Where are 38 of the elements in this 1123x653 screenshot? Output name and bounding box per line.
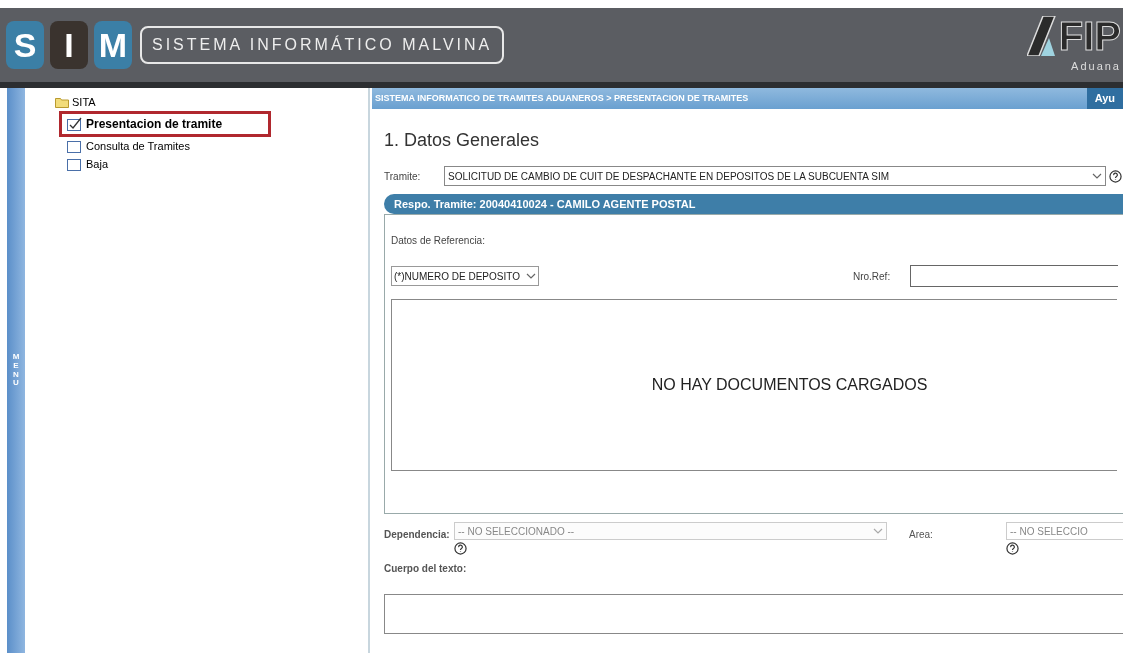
field-label: Tramite: — [384, 169, 422, 184]
help-icon[interactable] — [454, 542, 467, 555]
empty-box-icon — [67, 157, 83, 172]
tree-item[interactable]: Consulta de Tramites — [67, 136, 279, 155]
tramite-select[interactable]: SOLICITUD DE CAMBIO DE CUIT DE DESPACHANTE EN DEPOSITOS DE LA SUBCUENTA SIM — [444, 166, 1106, 186]
breadcrumb: SISTEMA INFORMATICO DE TRAMITES ADUANEROS > PRESENTACION DE TRAMITES — [375, 91, 749, 105]
logo-letter-tile: I — [50, 21, 88, 69]
section-title: 1. Datos Generales — [384, 129, 541, 152]
reference-number-field[interactable] — [910, 265, 1119, 287]
logo-letter-tile: M — [94, 21, 132, 69]
tree-node-label[interactable]: SITA — [72, 94, 96, 111]
caret-icon — [525, 272, 536, 280]
caret-icon — [1092, 172, 1102, 180]
app-title: SISTEMA INFORMÁTICO MALVINA — [140, 26, 505, 64]
caret-icon — [873, 527, 883, 535]
empty-box-icon — [67, 138, 83, 153]
checked-box-icon — [67, 116, 83, 131]
reference-type-select[interactable]: (*)NUMERO DE DEPOSITO — [391, 266, 539, 286]
tree-item[interactable]: Baja — [67, 155, 279, 174]
field-label: Nro.Ref: — [852, 269, 891, 284]
help-icon[interactable] — [1006, 542, 1019, 555]
folder-icon — [55, 96, 69, 108]
field-label: Dependencia: — [384, 528, 451, 542]
logo-mark-icon — [1026, 15, 1057, 56]
help-button[interactable]: Ayu — [1086, 88, 1123, 109]
field-label: Datos de Referencia: — [391, 235, 485, 246]
field-label: Cuerpo del texto: — [384, 562, 468, 576]
brand-subtitle: Aduana — [1071, 58, 1121, 74]
menu-label: MENU — [12, 352, 20, 389]
logo-letter-tile: S — [6, 21, 44, 69]
responsable-text: Respo. Tramite: 20040410024 - CAMILO AGENTE POSTAL — [394, 196, 696, 212]
brand-logo-text: FIP — [1058, 15, 1121, 56]
help-icon[interactable] — [1109, 169, 1122, 183]
empty-message: NO HAY DOCUMENTOS CARGADOS — [651, 375, 928, 395]
area-select[interactable]: -- NO SELECCIO — [1006, 522, 1123, 540]
selected-tree-item[interactable]: Presentacion de tramite — [59, 110, 271, 137]
body-text-field[interactable] — [384, 594, 1123, 634]
field-label: Area: — [909, 528, 934, 542]
